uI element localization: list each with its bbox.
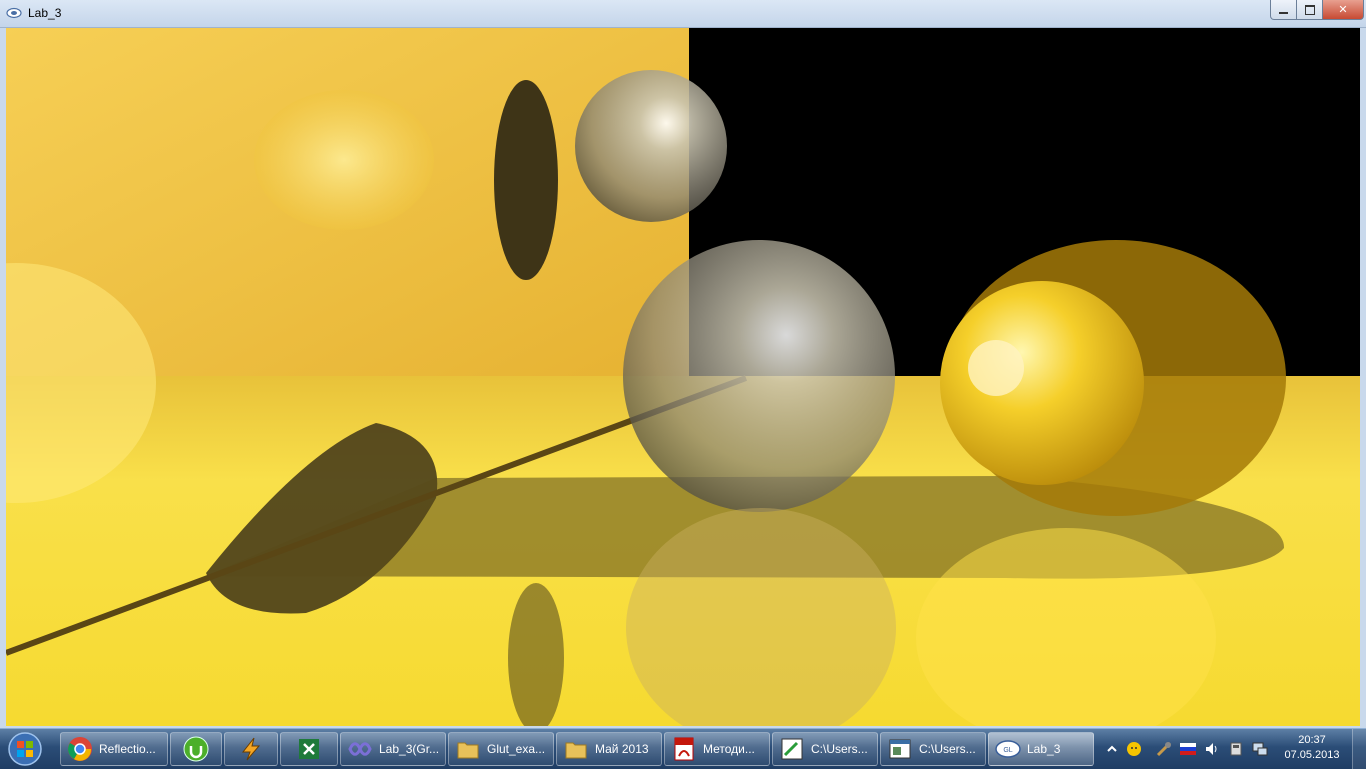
gold-sphere	[940, 281, 1144, 485]
utorrent-icon	[183, 736, 209, 762]
winamp-icon	[241, 737, 261, 761]
taskbar-item-folder-may[interactable]: Май 2013	[556, 732, 662, 766]
taskbar-item-chrome[interactable]: Reflectio...	[60, 732, 168, 766]
console-icon	[781, 738, 803, 760]
glass-sphere-large	[623, 240, 895, 512]
taskbar-item-label: C:\Users...	[811, 742, 868, 756]
system-clock[interactable]: 20:37 07.05.2013	[1280, 733, 1344, 763]
taskbar-item-winamp[interactable]	[224, 732, 278, 766]
taskbar-item-label: Май 2013	[595, 742, 649, 756]
opengl-viewport[interactable]	[6, 28, 1360, 726]
visual-studio-icon	[348, 742, 372, 756]
taskbar-item-label: Glut_exa...	[487, 742, 546, 756]
folder-icon	[457, 742, 479, 759]
application-window: Lab_3 ✕	[0, 0, 1366, 728]
chrome-icon	[68, 737, 92, 761]
show-hidden-icons-icon[interactable]	[1104, 741, 1120, 757]
network-tool-icon[interactable]	[1156, 741, 1172, 757]
window-title: Lab_3	[28, 6, 62, 20]
folder-icon	[565, 742, 587, 759]
taskbar-item-lab3[interactable]: GL Lab_3	[988, 732, 1094, 766]
volume-icon[interactable]	[1204, 741, 1220, 757]
close-button[interactable]: ✕	[1322, 0, 1364, 20]
pdf-icon	[674, 737, 694, 761]
taskbar-item-label: Lab_3	[1027, 742, 1061, 756]
taskbar-item-console-2[interactable]: C:\Users...	[880, 732, 986, 766]
network-icon[interactable]	[1252, 741, 1268, 757]
rendered-scene	[6, 28, 1360, 726]
svg-text:GL: GL	[1003, 747, 1012, 754]
messenger-icon[interactable]	[1126, 741, 1142, 757]
taskbar: Reflectio... Lab_3(Gr... Glut_exa... Май…	[0, 728, 1366, 769]
language-ru-icon[interactable]	[1180, 741, 1196, 757]
show-desktop-button[interactable]	[1352, 729, 1366, 769]
restore-icon	[1304, 4, 1315, 15]
taskbar-item-utorrent[interactable]	[170, 732, 222, 766]
taskbar-item-label: C:\Users...	[919, 742, 976, 756]
taskbar-item-label: Lab_3(Gr...	[379, 742, 440, 756]
taskbar-item-folder-glut[interactable]: Glut_exa...	[448, 732, 554, 766]
clock-time: 20:37	[1298, 734, 1326, 746]
taskbar-item-label: Методи...	[703, 742, 755, 756]
glass-sphere-small	[575, 70, 727, 222]
taskbar-item-label: Reflectio...	[99, 742, 156, 756]
taskbar-item-pdf[interactable]: Методи...	[664, 732, 770, 766]
minimize-icon	[1279, 11, 1288, 14]
taskbar-item-visual-studio[interactable]: Lab_3(Gr...	[340, 732, 446, 766]
clock-date: 07.05.2013	[1284, 749, 1340, 761]
maximize-button[interactable]	[1296, 0, 1323, 20]
taskbar-item-console-1[interactable]: C:\Users...	[772, 732, 878, 766]
opengl-icon: GL	[995, 740, 1021, 758]
title-bar[interactable]: Lab_3 ✕	[0, 0, 1366, 28]
taskbar-item-excel[interactable]	[280, 732, 338, 766]
device-icon[interactable]	[1228, 741, 1244, 757]
excel-icon	[299, 739, 319, 759]
minimize-button[interactable]	[1270, 0, 1297, 20]
window-app-icon	[889, 739, 911, 759]
windows-start-icon[interactable]	[4, 731, 46, 767]
opengl-app-icon	[6, 7, 22, 19]
close-icon: ✕	[1338, 4, 1348, 16]
